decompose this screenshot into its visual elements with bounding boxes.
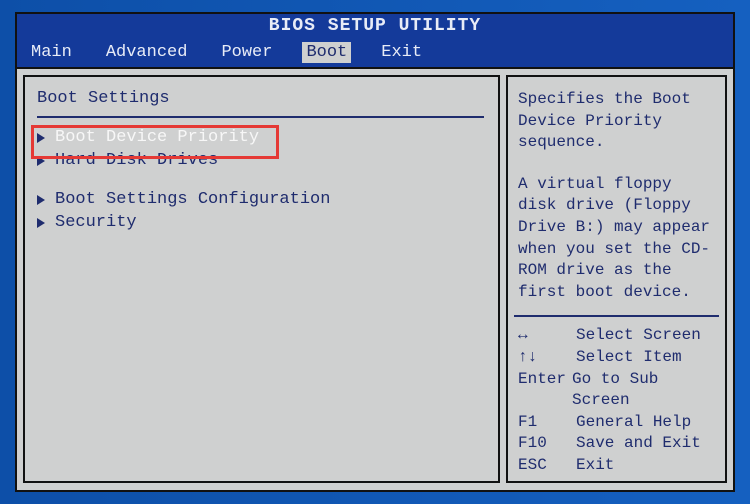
tab-boot[interactable]: Boot [302, 42, 351, 63]
kb-action: General Help [576, 412, 691, 434]
kb-key: ↔ [518, 325, 576, 347]
kb-esc: ESC Exit [518, 455, 715, 477]
menu-boot-device-priority[interactable]: Boot Device Priority [37, 128, 484, 147]
arrow-icon [37, 195, 45, 205]
top-menu-bar: Main Advanced Power Boot Exit [17, 40, 733, 69]
help-para-2: A virtual floppy disk drive (Floppy Driv… [518, 174, 715, 304]
menu-label: Boot Settings Configuration [55, 190, 330, 209]
kb-action: Select Screen [576, 325, 701, 347]
tab-main[interactable]: Main [27, 42, 76, 63]
arrow-icon [37, 156, 45, 166]
kb-action: Go to Sub Screen [572, 369, 715, 412]
kb-key: ↑↓ [518, 347, 576, 369]
kb-key: F1 [518, 412, 576, 434]
kb-select-screen: ↔ Select Screen [518, 325, 715, 347]
kb-key: Enter [518, 369, 572, 412]
tab-advanced[interactable]: Advanced [102, 42, 192, 63]
kb-key: ESC [518, 455, 576, 477]
tab-exit[interactable]: Exit [377, 42, 426, 63]
bios-title: BIOS SETUP UTILITY [17, 14, 733, 40]
kb-enter: Enter Go to Sub Screen [518, 369, 715, 412]
menu-hard-disk-drives[interactable]: Hard Disk Drives [37, 151, 484, 170]
section-title: Boot Settings [37, 89, 484, 108]
right-help-panel: Specifies the Boot Device Priority seque… [506, 75, 727, 483]
divider [514, 315, 719, 317]
kb-action: Save and Exit [576, 433, 701, 455]
help-para-1: Specifies the Boot Device Priority seque… [518, 89, 715, 154]
kb-action: Select Item [576, 347, 682, 369]
kb-f1: F1 General Help [518, 412, 715, 434]
left-panel: Boot Settings Boot Device Priority Hard … [23, 75, 500, 483]
divider [37, 116, 484, 118]
arrow-icon [37, 133, 45, 143]
kb-select-item: ↑↓ Select Item [518, 347, 715, 369]
bios-window: BIOS SETUP UTILITY Main Advanced Power B… [15, 12, 735, 492]
help-text: Specifies the Boot Device Priority seque… [518, 89, 715, 303]
kb-key: F10 [518, 433, 576, 455]
keyboard-help: ↔ Select Screen ↑↓ Select Item Enter Go … [518, 303, 715, 476]
arrow-icon [37, 218, 45, 228]
menu-label: Security [55, 213, 137, 232]
menu-security[interactable]: Security [37, 213, 484, 232]
menu-boot-settings-configuration[interactable]: Boot Settings Configuration [37, 190, 484, 209]
menu-label: Boot Device Priority [55, 128, 259, 147]
menu-label: Hard Disk Drives [55, 151, 218, 170]
tab-power[interactable]: Power [217, 42, 276, 63]
kb-action: Exit [576, 455, 614, 477]
kb-f10: F10 Save and Exit [518, 433, 715, 455]
